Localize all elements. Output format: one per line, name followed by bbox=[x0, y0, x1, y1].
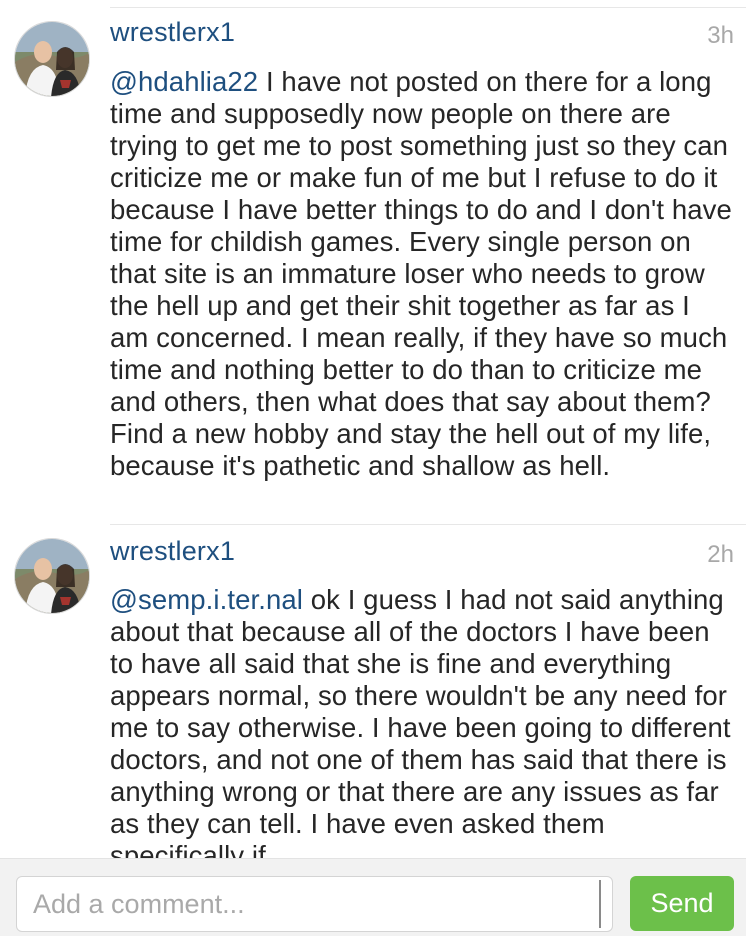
comment-username[interactable]: wrestlerx1 bbox=[110, 17, 235, 48]
send-button[interactable]: Send bbox=[630, 876, 734, 931]
comment-timestamp: 2h bbox=[707, 541, 734, 568]
user-avatar-photo-icon bbox=[15, 22, 89, 96]
divider bbox=[110, 524, 746, 525]
comment-list[interactable]: wrestlerx1 3h @hdahlia22 I have not post… bbox=[0, 0, 746, 858]
comment-timestamp: 3h bbox=[707, 22, 734, 49]
avatar[interactable] bbox=[14, 538, 90, 614]
comments-screen: wrestlerx1 3h @hdahlia22 I have not post… bbox=[0, 0, 746, 936]
comment-mention-link[interactable]: @hdahlia22 bbox=[110, 66, 258, 97]
comment-input[interactable] bbox=[16, 876, 613, 932]
comment-username[interactable]: wrestlerx1 bbox=[110, 536, 235, 567]
avatar[interactable] bbox=[14, 21, 90, 97]
comment-body: @semp.i.ter.nal ok I guess I had not sai… bbox=[110, 584, 736, 858]
comment-body: @hdahlia22 I have not posted on there fo… bbox=[110, 66, 736, 482]
comment-text: ok I guess I had not said anything about… bbox=[110, 584, 731, 858]
comment-mention-link[interactable]: @semp.i.ter.nal bbox=[110, 584, 303, 615]
user-avatar-photo-icon bbox=[15, 539, 89, 613]
text-cursor bbox=[599, 880, 601, 928]
divider bbox=[110, 7, 746, 8]
comment-text: I have not posted on there for a long ti… bbox=[110, 66, 732, 481]
